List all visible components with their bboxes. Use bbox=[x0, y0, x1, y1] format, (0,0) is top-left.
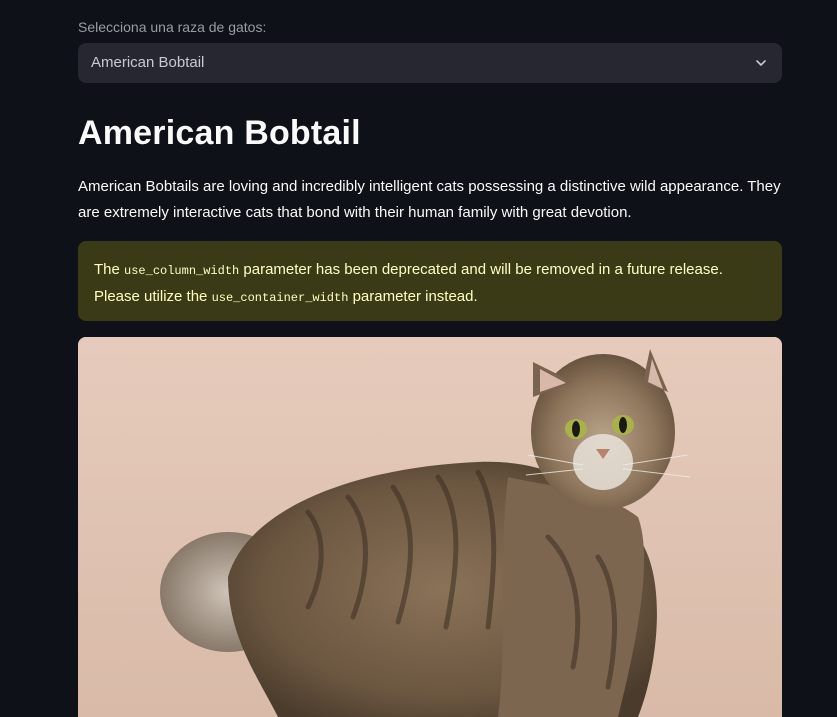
deprecation-warning: The use_column_width parameter has been … bbox=[78, 241, 782, 321]
breed-select-value: American Bobtail bbox=[91, 54, 205, 71]
warning-code-2: use_container_width bbox=[211, 291, 349, 305]
breed-title: American Bobtail bbox=[78, 114, 361, 152]
cat-image bbox=[78, 337, 782, 717]
breed-description: American Bobtails are loving and incredi… bbox=[78, 178, 781, 221]
chevron-down-icon bbox=[756, 60, 766, 66]
breed-select-label: Selecciona una raza de gatos: bbox=[78, 19, 267, 35]
warning-text-3: parameter instead. bbox=[348, 288, 478, 305]
cat-photo-illustration bbox=[78, 337, 782, 717]
warning-text-1: The bbox=[94, 261, 125, 278]
warning-code-1: use_column_width bbox=[124, 264, 240, 278]
breed-select[interactable]: American Bobtail bbox=[78, 43, 782, 83]
